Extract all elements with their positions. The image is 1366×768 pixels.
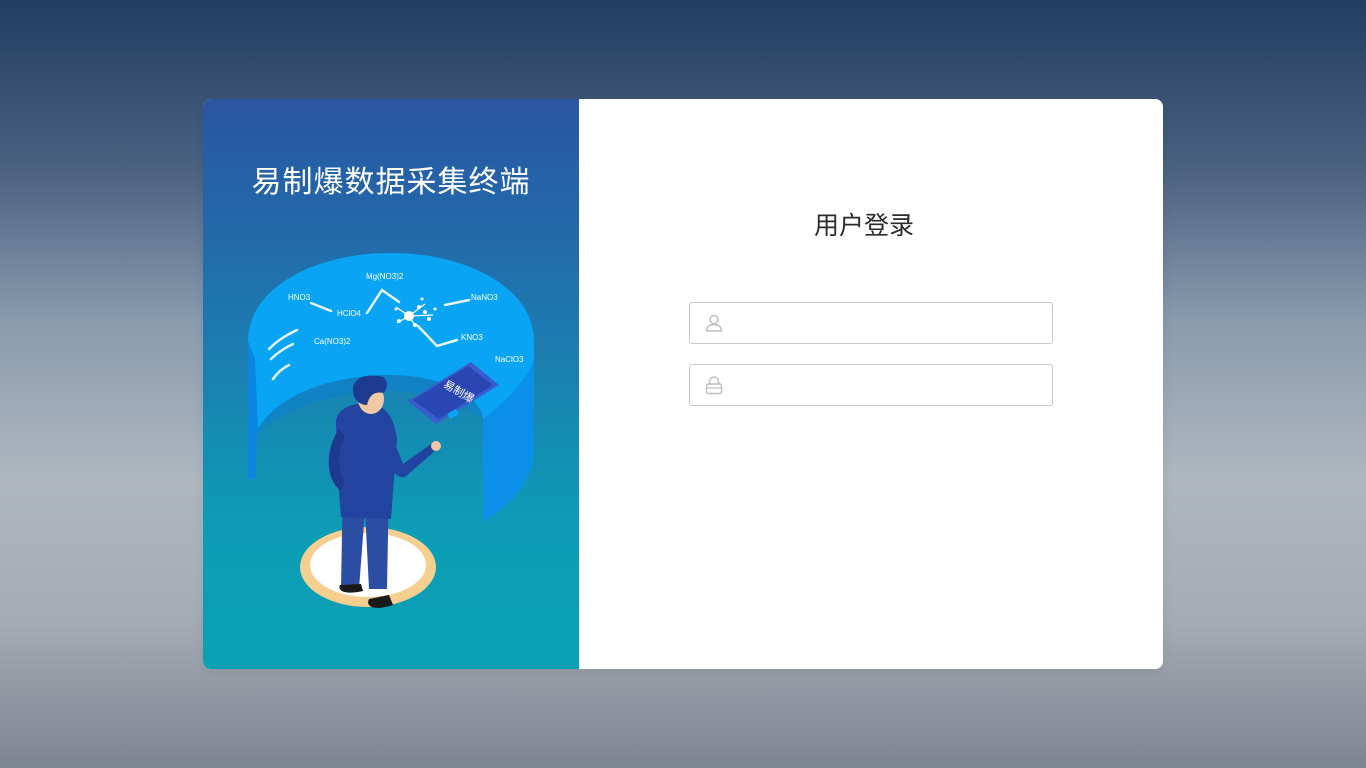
branding-panel: 易制爆数据采集终端 Mg(NO3)2 HNO3 HClO4 NaNO3 Ca(N… — [203, 99, 579, 669]
password-field[interactable] — [689, 364, 1053, 406]
lock-icon — [705, 376, 723, 395]
chem-label-6: KNO3 — [461, 333, 483, 342]
chem-label-2: HNO3 — [288, 293, 311, 302]
chem-label-5: Ca(NO3)2 — [314, 337, 351, 346]
login-panel: 用户登录 — [579, 99, 1163, 669]
login-card: 易制爆数据采集终端 Mg(NO3)2 HNO3 HClO4 NaNO3 Ca(N… — [203, 99, 1163, 669]
login-title: 用户登录 — [813, 211, 914, 240]
chem-label-1: Mg(NO3)2 — [366, 272, 404, 281]
chem-label-4: NaNO3 — [471, 293, 498, 302]
username-input[interactable] — [734, 303, 1044, 343]
illustration: Mg(NO3)2 HNO3 HClO4 NaNO3 Ca(NO3)2 KNO3 … — [248, 253, 534, 608]
user-icon — [705, 314, 723, 332]
chem-label-7: NaClO3 — [495, 355, 524, 364]
app-title: 易制爆数据采集终端 — [251, 165, 531, 200]
chem-label-3: HClO4 — [337, 309, 362, 318]
username-field[interactable] — [689, 302, 1053, 344]
password-input[interactable] — [734, 365, 1044, 405]
